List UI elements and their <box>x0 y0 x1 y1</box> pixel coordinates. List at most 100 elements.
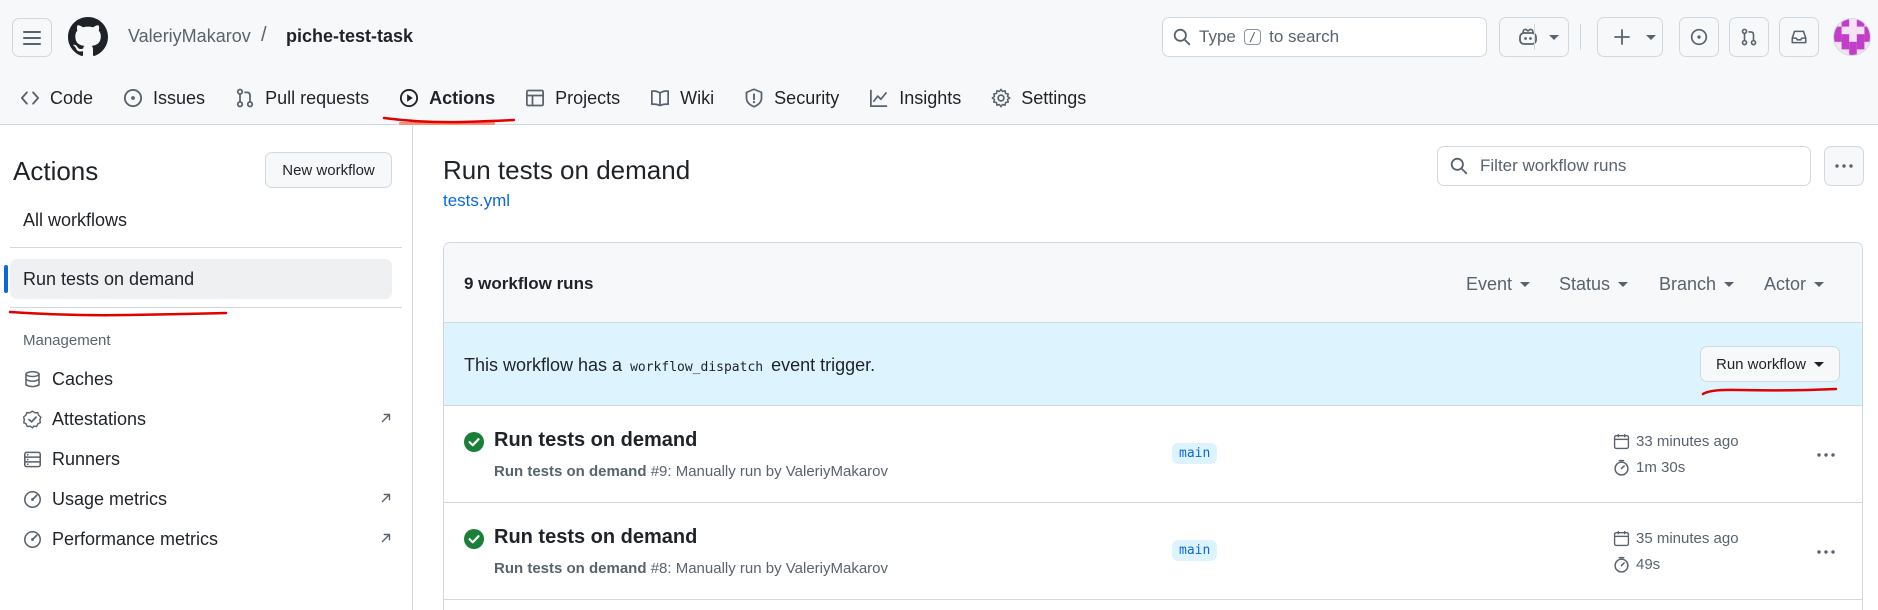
page-title: Run tests on demand <box>443 155 691 185</box>
tab-pull-requests[interactable]: Pull requests <box>235 82 369 114</box>
tab-actions-label: Actions <box>429 87 496 108</box>
branch-label[interactable]: main <box>1172 443 1218 464</box>
kebab-horizontal-icon <box>1817 550 1835 554</box>
annotation-underline-workflow <box>8 310 228 317</box>
sidebar-item-all-workflows[interactable]: All workflows <box>23 210 127 231</box>
branch-label[interactable]: main <box>1172 540 1218 561</box>
table-row[interactable]: Run tests on demand Run tests on demand … <box>444 503 1862 600</box>
table-row[interactable]: Run tests on demand Run tests on demand … <box>444 406 1862 503</box>
run-workflow-button[interactable]: Run workflow <box>1700 346 1840 382</box>
new-workflow-button[interactable]: New workflow <box>265 152 392 188</box>
chevron-down-icon <box>1549 35 1559 40</box>
tab-wiki-label: Wiki <box>680 87 715 108</box>
tab-actions[interactable]: Actions <box>399 82 496 125</box>
run-workflow-name: Run tests on demand <box>494 463 647 480</box>
dispatch-event-code: workflow_dispatch <box>630 360 764 375</box>
run-options-button[interactable] <box>1814 540 1838 564</box>
event-filter-dropdown[interactable]: Event <box>1466 274 1531 295</box>
tab-settings[interactable]: Settings <box>991 82 1086 114</box>
sidebar-item-attestations[interactable]: Attestations <box>23 404 393 434</box>
dispatch-prefix: This workflow has a <box>464 355 623 375</box>
actor-filter-label: Actor <box>1764 274 1807 294</box>
run-workflow-label: Run workflow <box>1715 355 1807 373</box>
run-detail: #8: Manually run by ValeriyMakarov <box>650 560 889 577</box>
dispatch-suffix: event trigger. <box>771 355 876 375</box>
chevron-down-icon <box>1618 282 1629 287</box>
server-icon <box>24 451 41 467</box>
tab-projects[interactable]: Projects <box>525 82 620 114</box>
breadcrumb-repo[interactable]: piche-test-task <box>286 26 413 47</box>
inbox-icon <box>1791 30 1807 44</box>
avatar[interactable] <box>1833 18 1871 56</box>
management-heading: Management <box>23 332 111 349</box>
calendar-icon <box>1613 434 1630 450</box>
tab-code[interactable]: Code <box>20 82 93 114</box>
global-search-input[interactable]: Type / to search <box>1162 17 1487 57</box>
code-icon <box>20 91 40 105</box>
annotation-underline-actions <box>382 116 516 124</box>
chevron-down-icon <box>1814 282 1825 287</box>
create-new-button[interactable] <box>1597 17 1663 57</box>
annotation-underline-run-workflow <box>1701 387 1838 396</box>
run-subtitle: Run tests on demand #8: Manually run by … <box>494 560 888 577</box>
run-title-link[interactable]: Run tests on demand <box>494 429 697 452</box>
meter-icon <box>24 490 41 508</box>
tab-issues[interactable]: Issues <box>123 82 205 114</box>
identicon-icon <box>1834 19 1870 55</box>
tab-wiki[interactable]: Wiki <box>650 82 714 114</box>
header-divider <box>1580 24 1581 50</box>
sidebar-item-run-tests-on-demand[interactable]: Run tests on demand <box>10 259 392 299</box>
gear-icon <box>991 88 1011 108</box>
run-time: 33 minutes ago <box>1613 433 1739 450</box>
issue-opened-icon <box>1690 28 1708 46</box>
tab-security-label: Security <box>774 87 840 108</box>
run-detail: #9: Manually run by ValeriyMakarov <box>650 463 889 480</box>
sidebar-item-label: Attestations <box>52 408 147 429</box>
breadcrumb-owner[interactable]: ValeriyMakarov <box>128 26 251 47</box>
kebab-horizontal-icon <box>1835 164 1853 168</box>
tab-pull-requests-label: Pull requests <box>265 87 370 108</box>
arrow-up-right-icon <box>381 493 391 503</box>
run-workflow-name: Run tests on demand <box>494 560 647 577</box>
sidebar-item-performance-metrics[interactable]: Performance metrics <box>23 524 393 554</box>
sidebar-title: Actions <box>13 156 99 186</box>
filter-workflow-runs-input[interactable]: Filter workflow runs <box>1437 146 1811 186</box>
check-circle-fill-icon <box>464 529 484 549</box>
branch-filter-label: Branch <box>1659 274 1717 294</box>
sidebar-item-runners[interactable]: Runners <box>23 444 393 474</box>
actor-filter-dropdown[interactable]: Actor <box>1764 274 1825 295</box>
hamburger-icon <box>23 30 41 45</box>
more-options-button[interactable] <box>1824 146 1864 186</box>
runs-count: 9 workflow runs <box>464 274 594 293</box>
run-options-button[interactable] <box>1814 443 1838 467</box>
tab-code-label: Code <box>50 87 94 108</box>
issues-shortcut-button[interactable] <box>1679 17 1719 57</box>
stopwatch-icon <box>1614 556 1629 573</box>
run-duration-value: 1m 30s <box>1636 459 1686 476</box>
copilot-icon <box>1519 28 1537 45</box>
git-pull-request-icon <box>236 88 254 108</box>
tab-security[interactable]: Security <box>744 82 839 114</box>
github-logo-icon[interactable] <box>68 17 108 57</box>
branch-filter-dropdown[interactable]: Branch <box>1659 274 1735 295</box>
run-duration-value: 49s <box>1636 556 1661 573</box>
chevron-down-icon <box>1520 282 1531 287</box>
search-prefix-text: Type <box>1199 27 1236 46</box>
status-filter-dropdown[interactable]: Status <box>1559 274 1629 295</box>
tab-insights[interactable]: Insights <box>869 82 961 114</box>
sidebar-item-label: Runners <box>52 448 121 469</box>
issue-opened-icon <box>123 88 143 108</box>
inbox-button[interactable] <box>1779 17 1819 57</box>
sidebar-item-caches[interactable]: Caches <box>23 364 393 394</box>
pull-requests-shortcut-button[interactable] <box>1729 17 1769 57</box>
play-icon <box>400 88 419 108</box>
workflow-file-link[interactable]: tests.yml <box>443 191 510 211</box>
sidebar-active-indicator <box>4 265 8 293</box>
menu-button[interactable] <box>12 18 52 57</box>
run-title-link[interactable]: Run tests on demand <box>494 526 697 549</box>
copilot-button[interactable] <box>1499 17 1569 57</box>
sidebar-item-usage-metrics[interactable]: Usage metrics <box>23 484 393 514</box>
tab-issues-label: Issues <box>153 87 206 108</box>
git-pull-request-icon <box>1741 28 1757 46</box>
run-time-ago: 33 minutes ago <box>1636 433 1739 450</box>
